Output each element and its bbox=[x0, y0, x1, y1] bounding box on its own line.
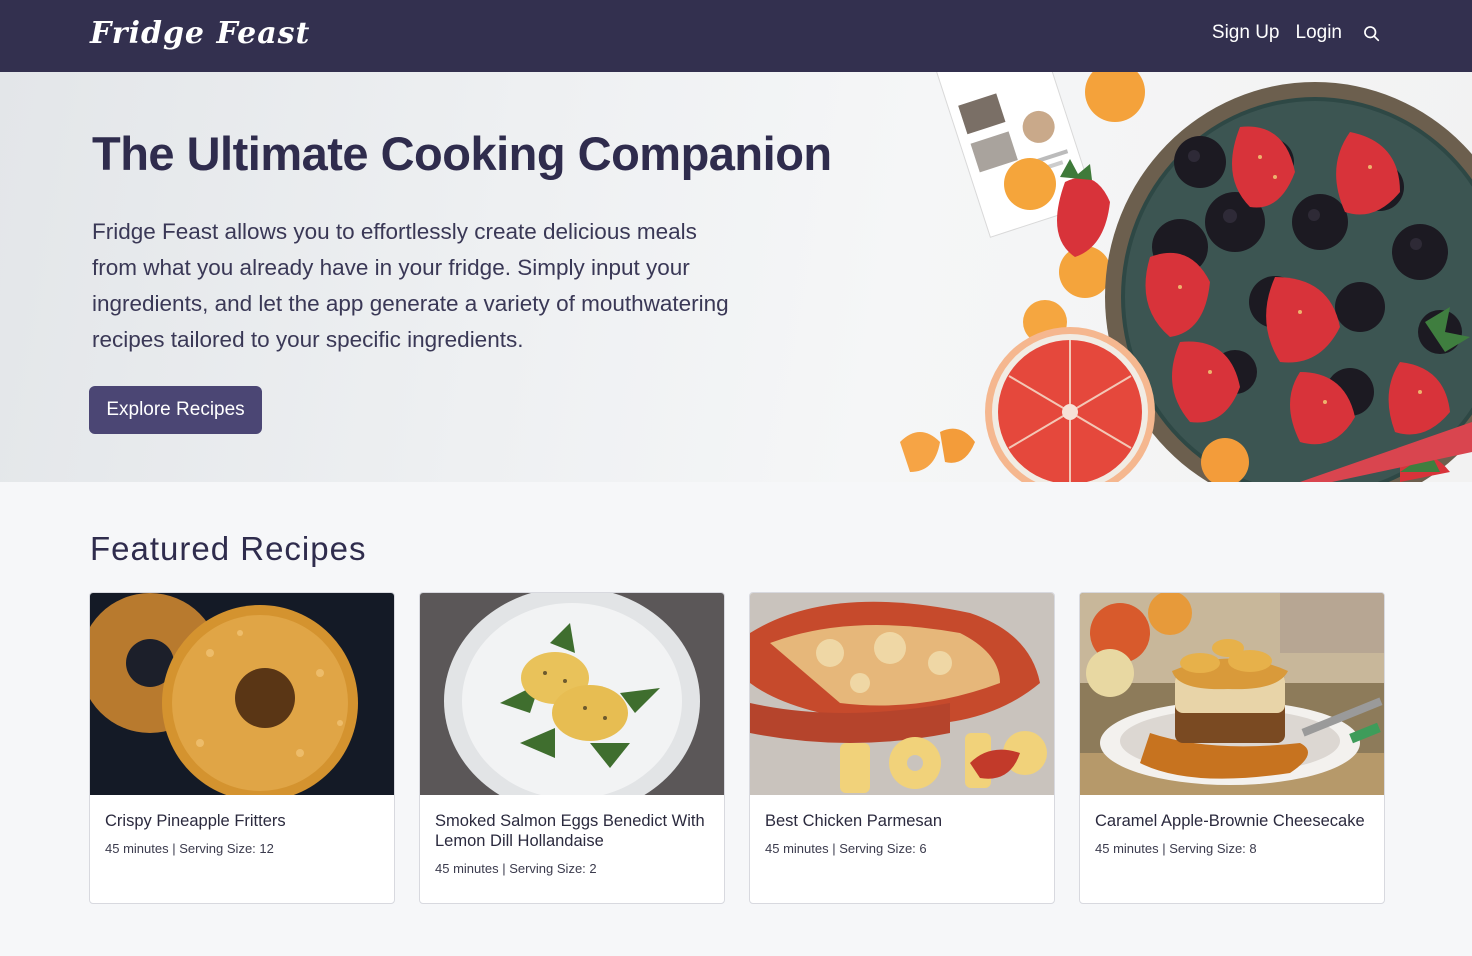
hero-description: Fridge Feast allows you to effortlessly … bbox=[92, 219, 729, 352]
logo[interactable]: Fridge Feast bbox=[90, 16, 310, 51]
navbar: Fridge Feast Sign Up Login bbox=[0, 0, 1472, 72]
recipe-info: Crispy Pineapple Fritters 45 minutes | S… bbox=[105, 811, 381, 859]
recipe-meta: 45 minutes | Serving Size: 12 bbox=[105, 841, 274, 856]
recipe-title: Caramel Apple-Brownie Cheesecake bbox=[1095, 812, 1365, 830]
recipe-title: Crispy Pineapple Fritters bbox=[105, 812, 286, 830]
explore-recipes-button[interactable]: Explore Recipes bbox=[89, 386, 262, 434]
recipe-meta: 45 minutes | Serving Size: 8 bbox=[1095, 841, 1257, 856]
recipe-meta: 45 minutes | Serving Size: 6 bbox=[765, 841, 927, 856]
recipe-title: Smoked Salmon Eggs Benedict With Lemon D… bbox=[435, 812, 705, 850]
recipe-image bbox=[750, 593, 1054, 795]
recipe-card[interactable]: Caramel Apple-Brownie Cheesecake 45 minu… bbox=[1079, 592, 1385, 904]
recipe-meta: 45 minutes | Serving Size: 2 bbox=[435, 861, 597, 876]
recipe-info: Smoked Salmon Eggs Benedict With Lemon D… bbox=[435, 811, 711, 879]
hero-banner: The Ultimate Cooking Companion Fridge Fe… bbox=[0, 72, 1472, 482]
hero-fruit-image bbox=[900, 72, 1472, 482]
recipe-card-list: Crispy Pineapple Fritters 45 minutes | S… bbox=[89, 592, 1385, 904]
recipe-image bbox=[420, 593, 724, 795]
recipe-card[interactable]: Smoked Salmon Eggs Benedict With Lemon D… bbox=[419, 592, 725, 904]
recipe-image bbox=[90, 593, 394, 795]
hero-title: The Ultimate Cooking Companion bbox=[92, 127, 832, 180]
recipe-image bbox=[1080, 593, 1384, 795]
featured-recipes-title: Featured Recipes bbox=[90, 530, 367, 567]
nav-links: Sign Up Login bbox=[1212, 22, 1380, 44]
recipe-card[interactable]: Best Chicken Parmesan 45 minutes | Servi… bbox=[749, 592, 1055, 904]
recipe-info: Caramel Apple-Brownie Cheesecake 45 minu… bbox=[1095, 811, 1371, 859]
recipe-title: Best Chicken Parmesan bbox=[765, 812, 942, 830]
login-link[interactable]: Login bbox=[1296, 22, 1343, 44]
search-icon[interactable] bbox=[1362, 24, 1380, 42]
signup-link[interactable]: Sign Up bbox=[1212, 22, 1280, 44]
recipe-info: Best Chicken Parmesan 45 minutes | Servi… bbox=[765, 811, 1041, 859]
recipe-card[interactable]: Crispy Pineapple Fritters 45 minutes | S… bbox=[89, 592, 395, 904]
